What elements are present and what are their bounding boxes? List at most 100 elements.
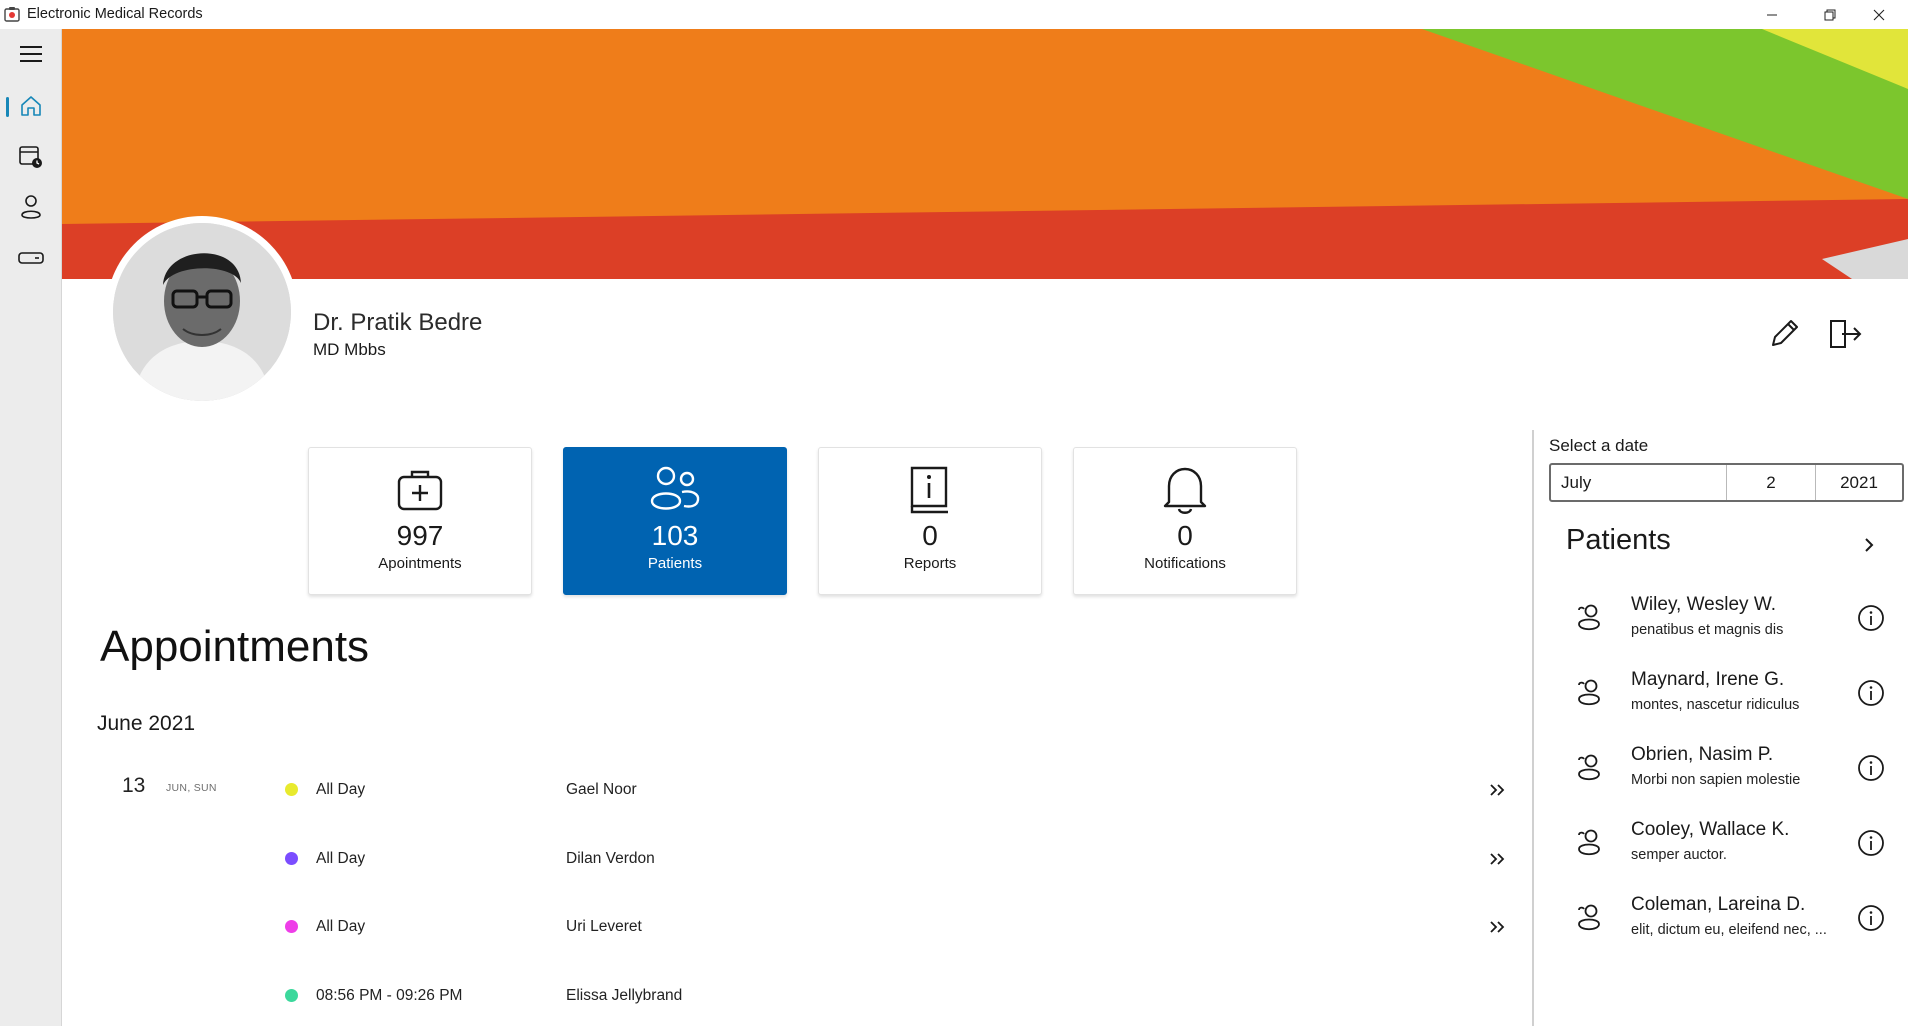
- patient-avatar-icon: [1578, 754, 1600, 781]
- edit-profile-button[interactable]: [1760, 310, 1808, 358]
- restore-icon: [1824, 9, 1836, 20]
- chevron-right-icon: [1865, 538, 1874, 552]
- bell-icon: [1159, 464, 1211, 516]
- appointment-row[interactable]: All Day Dilan Verdon: [270, 839, 1510, 879]
- doctor-degree: MD Mbbs: [313, 340, 386, 359]
- pencil-icon: [1772, 320, 1798, 346]
- doctor-photo: [113, 223, 291, 401]
- close-icon: [1873, 9, 1885, 20]
- double-chevron-right-icon: [1490, 853, 1505, 865]
- info-icon[interactable]: [1857, 904, 1885, 932]
- window-title: Electronic Medical Records: [27, 6, 203, 22]
- avatar: [113, 223, 291, 401]
- close-button[interactable]: [1850, 0, 1908, 29]
- date-year-field[interactable]: 2021: [1816, 465, 1902, 500]
- device-icon: [18, 252, 44, 264]
- patient-list-item[interactable]: Coleman, Lareina D. elit, dictum eu, ele…: [1549, 889, 1904, 951]
- patients-stat-card[interactable]: 103 Patients: [563, 447, 787, 595]
- banner-image: [62, 29, 1908, 279]
- navigation-rail: [0, 29, 62, 1026]
- appointment-color-dot: [285, 852, 298, 865]
- info-icon[interactable]: [1857, 754, 1885, 782]
- appointment-time: All Day: [316, 918, 366, 935]
- appointment-row[interactable]: 08:56 PM - 09:26 PM Elissa Jellybrand: [270, 976, 1510, 1016]
- appointment-patient-name: Elissa Jellybrand: [566, 987, 683, 1004]
- appointment-patient-name: Dilan Verdon: [566, 850, 655, 867]
- patients-expand-button[interactable]: [1858, 532, 1880, 558]
- patient-avatar-icon: [1578, 904, 1600, 931]
- people-icon: [649, 464, 701, 516]
- appointments-count: 997: [396, 520, 444, 551]
- notifications-count: 0: [1177, 520, 1193, 551]
- sign-out-button[interactable]: [1822, 310, 1870, 358]
- patient-note: penatibus et magnis dis: [1631, 622, 1784, 638]
- patient-list-item[interactable]: Cooley, Wallace K. semper auctor.: [1549, 814, 1904, 876]
- date-picker[interactable]: July 2 2021: [1549, 463, 1904, 502]
- appointments-stat-card[interactable]: 997 Apointments: [308, 447, 532, 595]
- appointment-row[interactable]: All Day Uri Leveret: [270, 907, 1510, 947]
- appointment-open-button[interactable]: [1484, 847, 1510, 871]
- appointment-time: All Day: [316, 850, 366, 867]
- patient-list-item[interactable]: Obrien, Nasim P. Morbi non sapien molest…: [1549, 739, 1904, 801]
- patient-note: semper auctor.: [1631, 847, 1727, 863]
- appointment-color-dot: [285, 989, 298, 1002]
- menu-button[interactable]: [0, 31, 62, 77]
- home-icon: [21, 96, 41, 116]
- patient-list-item[interactable]: Wiley, Wesley W. penatibus et magnis dis: [1549, 589, 1904, 651]
- active-indicator: [6, 97, 9, 117]
- patient-list-item[interactable]: Maynard, Irene G. montes, nascetur ridic…: [1549, 664, 1904, 726]
- appointment-day-label: JUN, SUN: [166, 782, 217, 794]
- appointments-stat-label: Apointments: [378, 555, 462, 572]
- appointment-color-dot: [285, 783, 298, 796]
- appointments-month: June 2021: [97, 712, 196, 735]
- patient-note: elit, dictum eu, eleifend nec, ...: [1631, 922, 1827, 938]
- patient-avatar-icon: [1578, 829, 1600, 856]
- patient-avatar-icon: [1578, 604, 1600, 631]
- panel-divider: [1532, 430, 1534, 1026]
- patient-name: Coleman, Lareina D.: [1631, 894, 1806, 915]
- date-day-field[interactable]: 2: [1727, 465, 1816, 500]
- reports-stat-card[interactable]: 0 Reports: [818, 447, 1042, 595]
- patient-name: Maynard, Irene G.: [1631, 669, 1785, 690]
- info-icon[interactable]: [1857, 829, 1885, 857]
- nav-patients[interactable]: [0, 184, 62, 230]
- date-month-field[interactable]: July: [1551, 465, 1727, 500]
- info-icon[interactable]: [1857, 604, 1885, 632]
- patients-panel-title: Patients: [1566, 524, 1671, 556]
- appointment-patient-name: Gael Noor: [566, 781, 637, 798]
- patient-name: Obrien, Nasim P.: [1631, 744, 1774, 765]
- appointment-row[interactable]: All Day Gael Noor: [270, 770, 1510, 810]
- appointment-day-number: 13: [122, 774, 146, 797]
- appointment-time: All Day: [316, 781, 366, 798]
- patients-count: 103: [651, 520, 699, 551]
- minimize-icon: [1767, 14, 1777, 15]
- patient-avatar-icon: [1578, 679, 1600, 706]
- doctor-name: Dr. Pratik Bedre: [313, 309, 483, 336]
- double-chevron-right-icon: [1490, 784, 1505, 796]
- reports-count: 0: [922, 520, 938, 551]
- medical-kit-icon: [394, 464, 446, 516]
- notifications-stat-label: Notifications: [1144, 555, 1226, 572]
- nav-appointments[interactable]: [0, 134, 62, 180]
- patient-note: Morbi non sapien molestie: [1631, 772, 1801, 788]
- reports-stat-label: Reports: [903, 555, 957, 572]
- nav-devices[interactable]: [0, 235, 62, 281]
- title-bar: Electronic Medical Records: [0, 0, 1908, 29]
- patients-stat-label: Patients: [647, 555, 703, 572]
- patient-note: montes, nascetur ridiculus: [1631, 697, 1800, 713]
- double-chevron-right-icon: [1490, 921, 1505, 933]
- appointment-color-dot: [285, 920, 298, 933]
- appointment-open-button[interactable]: [1484, 778, 1510, 802]
- appointment-patient-name: Uri Leveret: [566, 918, 642, 935]
- notifications-stat-card[interactable]: 0 Notifications: [1073, 447, 1297, 595]
- date-picker-caption: Select a date: [1549, 436, 1649, 455]
- minimize-button[interactable]: [1743, 0, 1801, 29]
- appointment-open-button[interactable]: [1484, 915, 1510, 939]
- report-book-icon: [904, 464, 956, 516]
- calendar-clock-icon: [19, 146, 42, 168]
- info-icon[interactable]: [1857, 679, 1885, 707]
- nav-home[interactable]: [0, 83, 62, 129]
- person-icon: [21, 195, 41, 219]
- patient-name: Wiley, Wesley W.: [1631, 594, 1776, 615]
- patient-name: Cooley, Wallace K.: [1631, 819, 1790, 840]
